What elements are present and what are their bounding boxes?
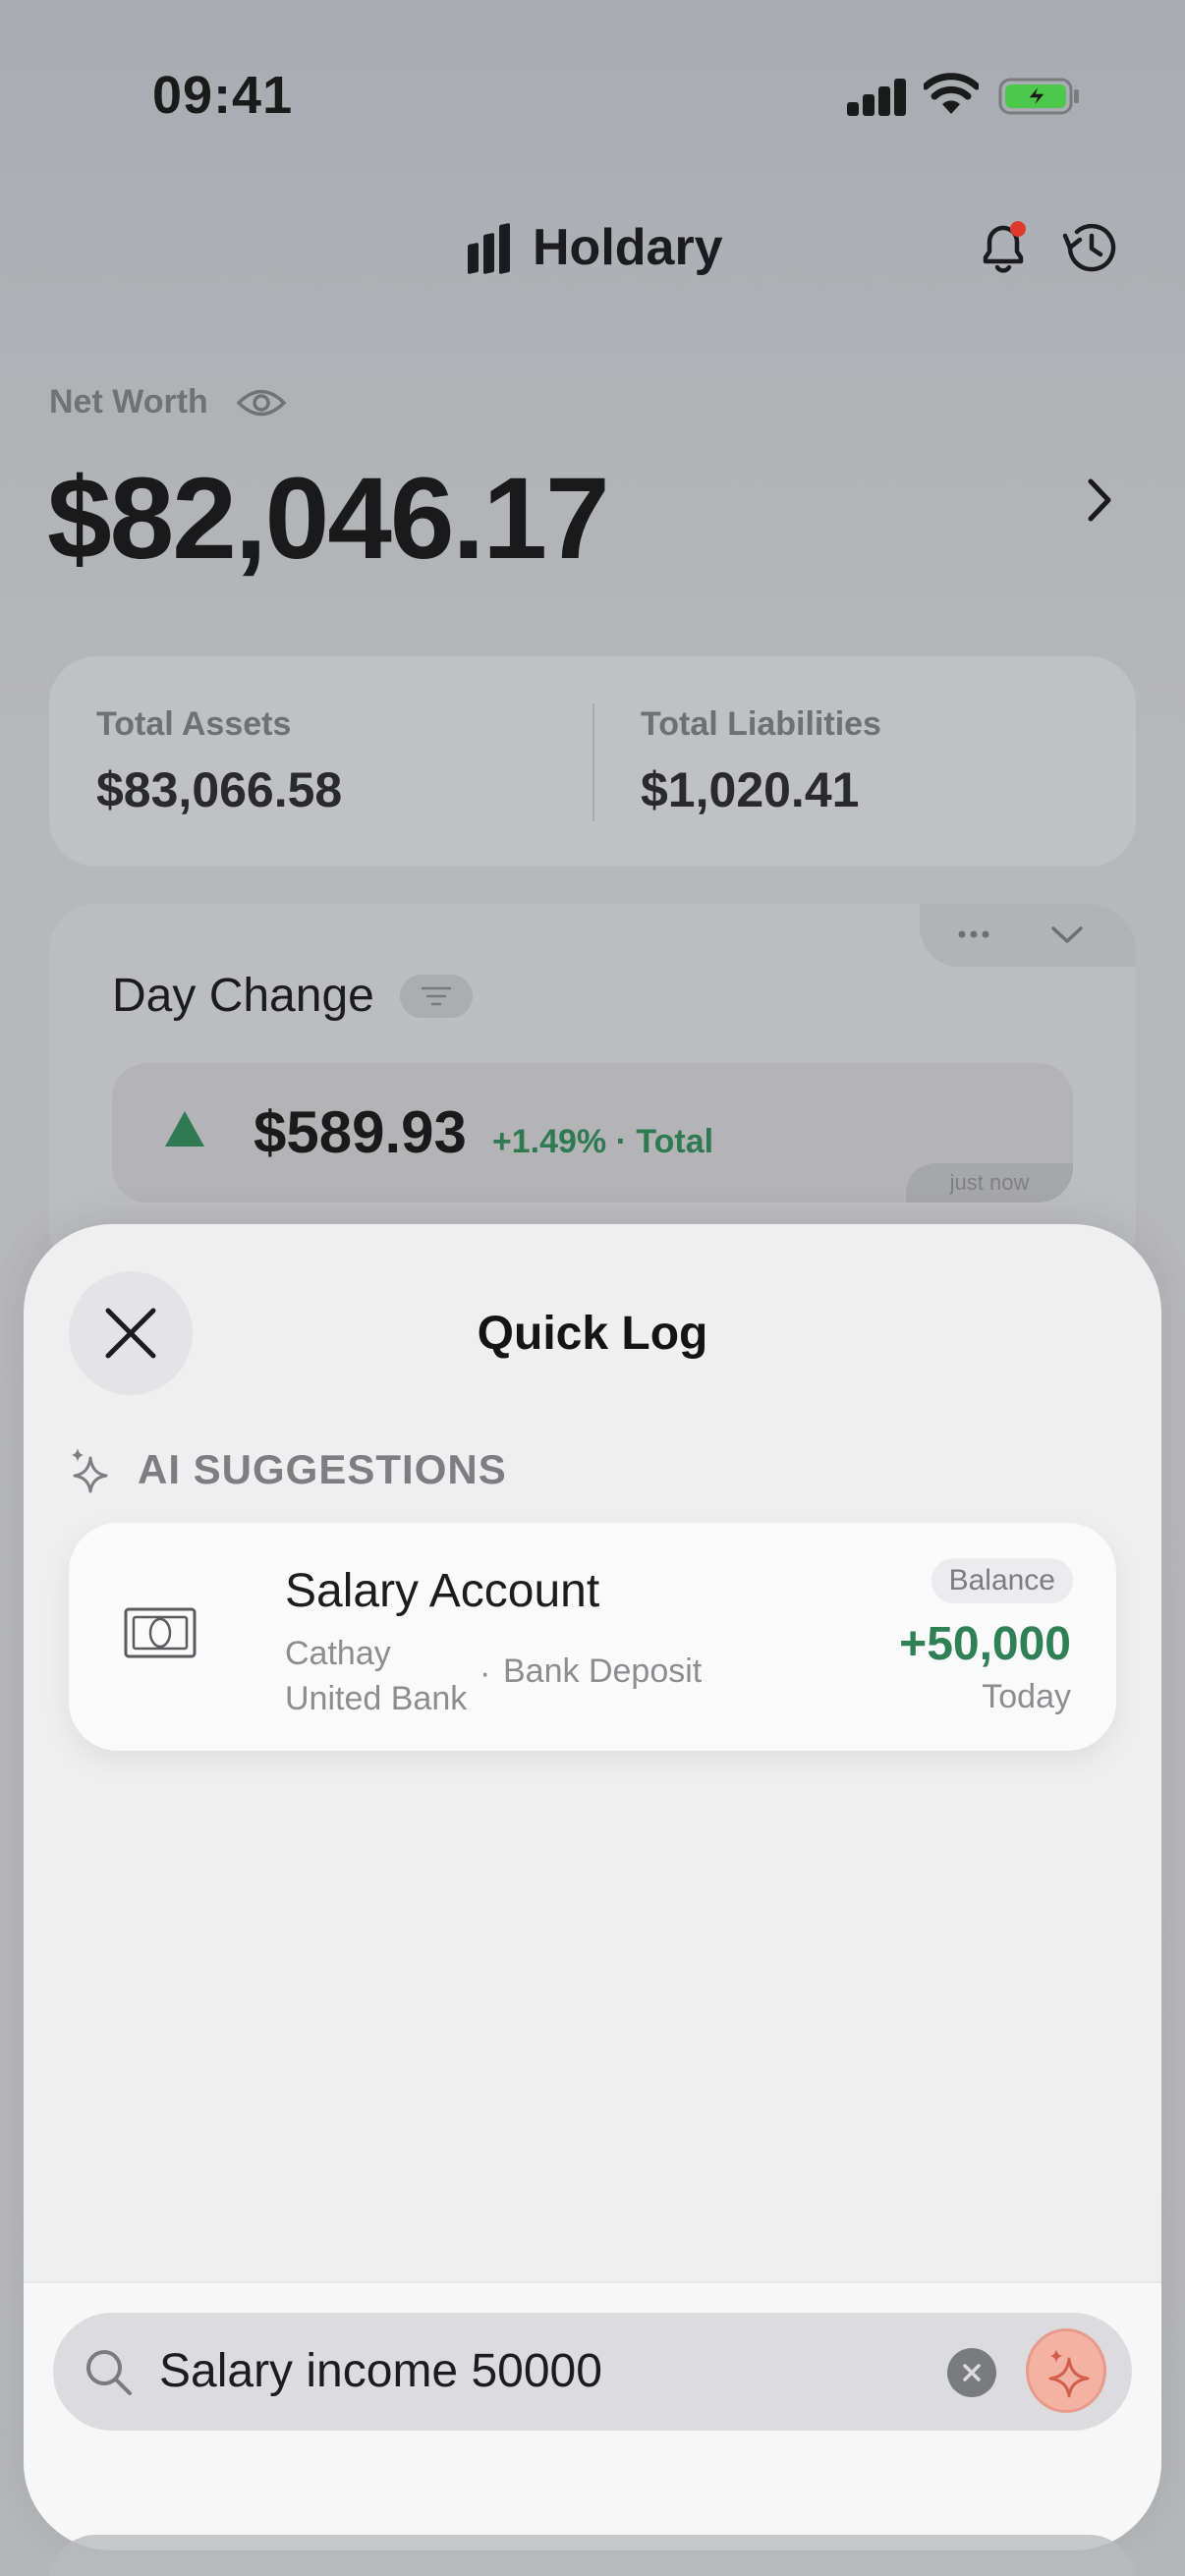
suggestion-amount: +50,000 (899, 1618, 1071, 1670)
separator-dot: · (480, 1654, 491, 1692)
clear-icon[interactable] (947, 2348, 996, 2397)
bars-logo-icon (468, 222, 511, 275)
ai-sparkle-icon (1048, 2349, 1090, 2398)
card-toolbar (920, 904, 1136, 967)
triangle-up-icon (165, 1111, 204, 1147)
app-name: Holdary (533, 219, 723, 276)
battery-icon (998, 78, 1079, 115)
cellular-signal-icon (847, 77, 906, 116)
totals-card: Total Assets $83,066.58 Total Liabilitie… (49, 656, 1136, 867)
more-icon[interactable] (949, 922, 998, 947)
account-type: Bank Deposit (503, 1652, 703, 1690)
input-footer: Salary income 50000 (24, 2281, 1161, 2550)
suggestion-date: Today (982, 1678, 1071, 1715)
notification-dot (1010, 221, 1026, 237)
app-brand: Holdary (468, 218, 723, 277)
total-liabilities-label: Total Liabilities (641, 705, 881, 743)
total-liabilities-value: $1,020.41 (641, 762, 860, 817)
filter-icon[interactable] (399, 974, 473, 1018)
day-change-title: Day Change (112, 970, 374, 1022)
eye-icon[interactable] (236, 386, 287, 420)
total-assets[interactable]: Total Assets $83,066.58 (96, 705, 342, 818)
chevron-down-icon[interactable] (1047, 920, 1087, 949)
day-change-percent: +1.49% · Total (491, 1123, 714, 1160)
history-icon[interactable] (1061, 218, 1120, 277)
bank-name-line2: United Bank (285, 1680, 468, 1717)
total-assets-label: Total Assets (96, 705, 292, 743)
sparkle-icon (72, 1448, 108, 1493)
balance-badge: Balance (931, 1558, 1073, 1603)
suggestion-card[interactable]: Salary Account Cathay United Bank · Bank… (69, 1523, 1116, 1751)
day-change-header: Day Change (112, 969, 473, 1023)
quick-log-input[interactable]: Salary income 50000 (53, 2313, 1132, 2431)
wifi-icon (924, 73, 979, 114)
ai-suggestions-header: AI SUGGESTIONS (69, 1446, 507, 1493)
quick-log-sheet: Quick Log AI SUGGESTIONS Salary Account … (24, 1224, 1161, 2550)
cash-icon (124, 1607, 197, 1658)
day-change-amount: $589.93 (254, 1099, 467, 1165)
day-change-amount-row: $589.93 +1.49% · Total (165, 1098, 713, 1166)
net-worth-value[interactable]: $82,046.17 (47, 452, 610, 586)
day-change-card: Day Change $589.93 +1.49% · Total just n… (49, 904, 1136, 1277)
chevron-right-icon[interactable] (1081, 476, 1120, 525)
total-liabilities[interactable]: Total Liabilities $1,020.41 (641, 705, 881, 818)
ai-suggestions-label: AI SUGGESTIONS (138, 1446, 507, 1492)
account-name: Salary Account (285, 1565, 600, 1617)
bank-name-line1: Cathay (285, 1635, 391, 1672)
bell-icon[interactable] (976, 218, 1031, 277)
updated-badge: just now (906, 1163, 1073, 1203)
total-assets-value: $83,066.58 (96, 762, 343, 817)
day-change-summary[interactable]: $589.93 +1.49% · Total just now (112, 1063, 1073, 1203)
net-worth-label-text: Net Worth (49, 383, 208, 420)
bank-name: Cathay United Bank (285, 1631, 467, 1721)
sheet-title: Quick Log (477, 1308, 708, 1360)
status-time: 09:41 (152, 66, 294, 125)
search-icon (86, 2350, 132, 2395)
ai-submit-button[interactable] (1026, 2328, 1106, 2413)
next-card-peek (49, 2535, 1136, 2576)
net-worth-label: Net Worth (49, 383, 287, 421)
totals-divider (592, 703, 594, 821)
quick-log-input-text[interactable]: Salary income 50000 (159, 2344, 602, 2398)
